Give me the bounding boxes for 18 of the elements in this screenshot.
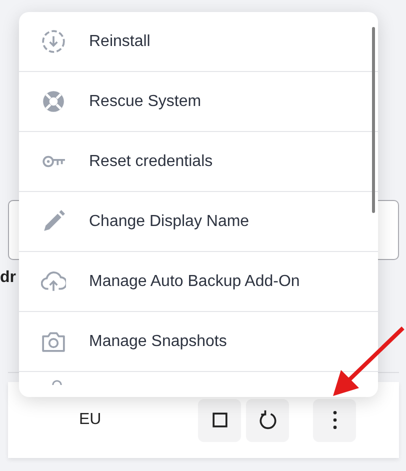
menu-item[interactable]: Reinstall: [19, 12, 378, 72]
menu-item[interactable]: Reset credentials: [19, 132, 378, 192]
lifebuoy-icon: [41, 89, 66, 114]
cloud-upload-icon: [41, 269, 66, 294]
restart-icon: [256, 409, 278, 431]
region-text: EU: [79, 411, 102, 429]
pencil-icon: [41, 209, 66, 234]
camera-icon: [41, 329, 66, 354]
more-icon: [332, 411, 336, 429]
restart-button[interactable]: [246, 398, 289, 442]
scrollbar[interactable]: [372, 27, 375, 213]
menu-item[interactable]: Rescue System: [19, 72, 378, 132]
stop-button[interactable]: [198, 398, 241, 442]
menu-item[interactable]: Manage Snapshots: [19, 312, 378, 372]
reinstall-icon: [41, 29, 66, 54]
menu-item[interactable]: Change Display Name: [19, 192, 378, 252]
menu-item[interactable]: Manage Auto Backup Add-On: [19, 252, 378, 312]
field-label: dr: [0, 268, 17, 288]
